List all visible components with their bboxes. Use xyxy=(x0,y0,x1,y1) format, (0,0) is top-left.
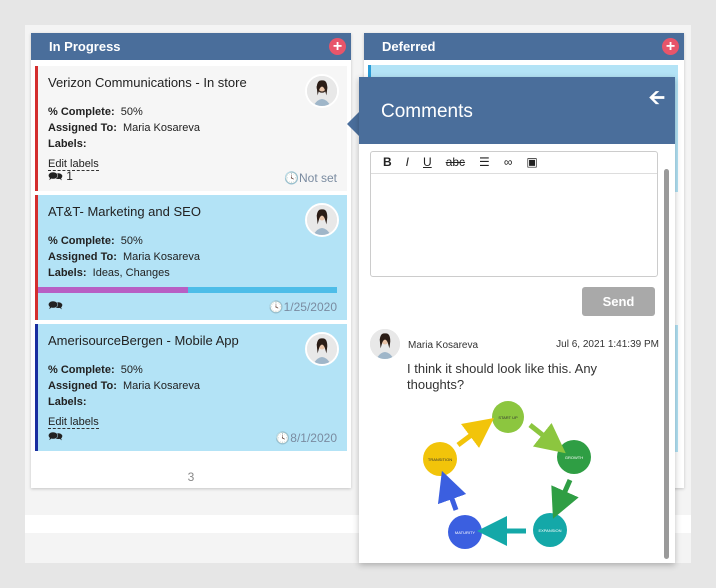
avatar xyxy=(305,203,339,237)
due-date: 🕓8/1/2020 xyxy=(275,430,337,445)
avatar xyxy=(370,329,400,359)
link-icon[interactable]: ∞ xyxy=(504,155,513,169)
comments-header: Comments 🡨 xyxy=(359,77,675,144)
task-card[interactable]: AT&T- Marketing and SEO % Complete: 50% … xyxy=(35,195,347,320)
diagram-arrow xyxy=(456,418,494,448)
label-ideas-bar xyxy=(38,287,188,293)
diagram-label: EXPANSION xyxy=(538,528,561,533)
card-complete-field: % Complete: 50% xyxy=(48,364,143,376)
avatar xyxy=(305,332,339,366)
card-assigned-field: Assigned To: Maria Kosareva xyxy=(48,122,201,134)
send-button[interactable]: Send xyxy=(582,287,655,316)
diagram-label: START UP xyxy=(498,415,518,420)
add-card-button[interactable]: + xyxy=(329,38,346,55)
diagram-arrow xyxy=(437,470,467,511)
card-title: AmerisourceBergen - Mobile App xyxy=(48,333,239,348)
comments-icon[interactable]: 🗪 xyxy=(48,296,63,317)
diagram-label: TRANSITION xyxy=(428,457,452,462)
scrollbar[interactable] xyxy=(664,169,669,559)
comments-panel: Comments 🡨 B I U abc ☰ ∞ ▣ Send Maria Ko… xyxy=(359,77,675,563)
underline-icon[interactable]: U xyxy=(423,155,432,169)
card-assigned-field: Assigned To: Maria Kosareva xyxy=(48,380,201,392)
avatar xyxy=(305,74,339,108)
list-icon[interactable]: ☰ xyxy=(479,155,490,169)
label-color-bar xyxy=(38,287,337,293)
card-labels-field: Labels: Ideas, Changes xyxy=(48,267,170,279)
task-card[interactable]: Verizon Communications - In store % Comp… xyxy=(35,66,347,191)
card-labels-field: Labels: xyxy=(48,396,87,408)
comments-icon[interactable]: 🗪 xyxy=(48,427,63,448)
card-title: AT&T- Marketing and SEO xyxy=(48,204,201,219)
diagram-label: MATURITY xyxy=(455,530,475,535)
popover-pointer xyxy=(347,112,359,136)
column-title: Deferred xyxy=(382,39,436,54)
column-header: In Progress + xyxy=(31,33,351,60)
comment-text: I think it should look like this. Any th… xyxy=(407,361,598,392)
italic-icon[interactable]: I xyxy=(406,155,409,169)
card-footer: 🗪 1 🕓Not set xyxy=(48,167,337,188)
label-changes-bar xyxy=(187,287,337,293)
diagram-arrow xyxy=(551,478,579,519)
card-complete-field: % Complete: 50% xyxy=(48,235,143,247)
comment-author: Maria Kosareva xyxy=(408,340,479,351)
card-labels-field: Labels: xyxy=(48,138,87,150)
card-footer: 🗪 🕓1/25/2020 xyxy=(48,296,337,317)
diagram-label: GROWTH xyxy=(565,455,583,460)
column-card-count: 3 xyxy=(187,470,195,484)
bold-icon[interactable]: B xyxy=(383,155,392,169)
card-footer: 🗪 🕓8/1/2020 xyxy=(48,427,337,448)
back-arrow-icon[interactable]: 🡨 xyxy=(649,83,665,117)
comments-count[interactable]: 🗪 1 xyxy=(48,167,73,188)
diagram-arrow xyxy=(528,422,566,454)
card-complete-field: % Complete: 50% xyxy=(48,106,143,118)
card-title: Verizon Communications - In store xyxy=(48,75,247,90)
editor-toolbar: B I U abc ☰ ∞ ▣ xyxy=(371,152,657,174)
comment-date: Jul 6, 2021 1:41:39 PM xyxy=(556,339,659,350)
add-card-button[interactable]: + xyxy=(662,38,679,55)
column-title: In Progress xyxy=(49,39,121,54)
column-in-progress: In Progress + Verizon Communications - I… xyxy=(31,33,351,488)
task-card[interactable]: AmerisourceBergen - Mobile App % Complet… xyxy=(35,324,347,451)
strikethrough-icon[interactable]: abc xyxy=(446,155,465,169)
column-header: Deferred + xyxy=(364,33,684,60)
due-date: 🕓1/25/2020 xyxy=(268,299,337,314)
image-icon[interactable]: ▣ xyxy=(526,155,537,169)
comment-editor[interactable]: B I U abc ☰ ∞ ▣ xyxy=(370,151,658,277)
card-assigned-field: Assigned To: Maria Kosareva xyxy=(48,251,201,263)
due-date: 🕓Not set xyxy=(284,170,337,185)
lifecycle-diagram: START UP GROWTH EXPANSION MATURITY TRANS… xyxy=(423,401,591,549)
comments-title: Comments xyxy=(381,101,473,122)
